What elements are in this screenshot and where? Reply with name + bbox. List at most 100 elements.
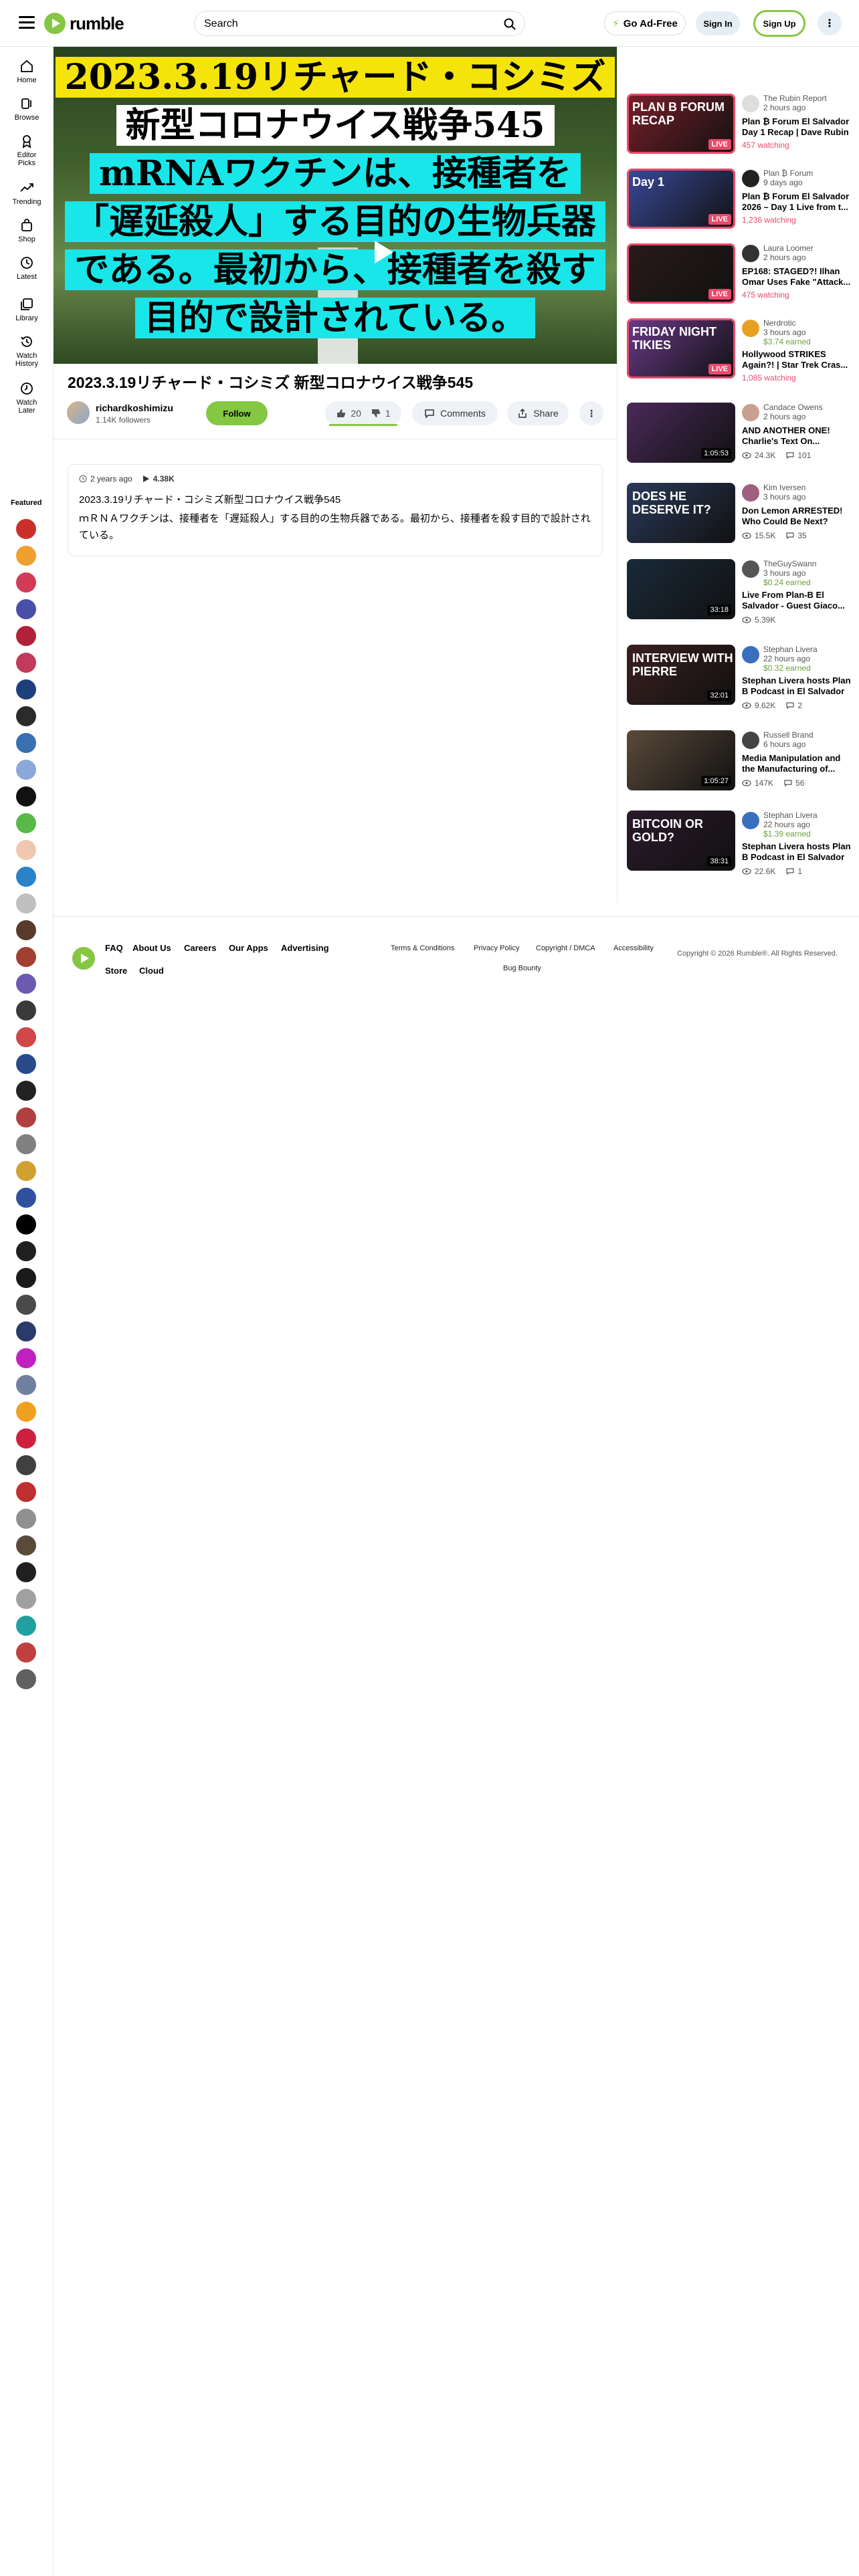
related-video-item[interactable]: BITCOIN OR GOLD? 38:31 Stephan Livera 22 ho… (627, 811, 854, 877)
sidebar-item-library[interactable]: Library (0, 297, 54, 322)
footer-link-store[interactable]: Store (105, 966, 127, 976)
featured-channel-avatar[interactable] (16, 893, 36, 914)
channel-avatar[interactable] (742, 732, 759, 749)
featured-channel-avatar[interactable] (16, 813, 36, 833)
featured-channel-avatar[interactable] (16, 733, 36, 753)
featured-channel-avatar[interactable] (16, 1428, 36, 1448)
related-thumbnail[interactable]: INTERVIEW WITH PIERRE 32:01 (627, 645, 735, 705)
channel-name[interactable]: Laura Loomer (763, 243, 857, 253)
related-title[interactable]: Plan ₿ Forum El Salvador 2026 – Day 1 Li… (742, 191, 854, 213)
related-video-item[interactable]: FRIDAY NIGHT TIKIES LIVE Nerdrotic 3 hours … (627, 318, 854, 385)
related-video-item[interactable]: 1:05:27 Russell Brand 6 hours ago Media Man… (627, 730, 854, 797)
dislike-button[interactable]: 1 (371, 408, 391, 419)
channel-name[interactable]: TheGuySwann (763, 559, 857, 568)
channel-avatar[interactable] (742, 245, 759, 262)
channel-avatar[interactable] (742, 170, 759, 187)
rumble-logo[interactable]: rumble (44, 12, 124, 35)
sign-up-button[interactable]: Sign Up (753, 10, 805, 37)
featured-channel-avatar[interactable] (16, 626, 36, 646)
related-video-item[interactable]: 33:18 TheGuySwann 3 hours ago $0.24 earned L… (627, 559, 854, 626)
featured-channel-avatar[interactable] (16, 599, 36, 619)
channel-avatar[interactable] (742, 560, 759, 578)
channel-name[interactable]: Stephan Livera (763, 645, 857, 654)
sidebar-item-browse[interactable]: Browse (0, 96, 54, 122)
related-title[interactable]: Stephan Livera hosts Plan B Podcast in E… (742, 675, 854, 697)
related-thumbnail[interactable]: 1:05:53 (627, 403, 735, 463)
featured-channel-avatar[interactable] (16, 1214, 36, 1235)
featured-channel-avatar[interactable] (16, 1000, 36, 1021)
featured-channel-avatar[interactable] (16, 1589, 36, 1609)
menu-icon[interactable] (19, 16, 35, 29)
sign-in-button[interactable]: Sign In (696, 11, 740, 35)
go-adfree-button[interactable]: ⚡ Go Ad-Free (604, 11, 686, 35)
share-button[interactable]: Share (507, 401, 569, 425)
related-thumbnail[interactable]: LIVE (627, 243, 735, 304)
footer-link-careers[interactable]: Careers (184, 943, 216, 953)
featured-channel-avatar[interactable] (16, 920, 36, 940)
channel-name[interactable]: Stephan Livera (763, 811, 857, 820)
channel-avatar[interactable] (742, 484, 759, 502)
related-title[interactable]: Live From Plan-B El Salvador - Guest Gia… (742, 590, 854, 611)
channel-avatar[interactable] (742, 646, 759, 663)
featured-channel-avatar[interactable] (16, 1509, 36, 1529)
featured-channel-avatar[interactable] (16, 706, 36, 726)
featured-channel-avatar[interactable] (16, 786, 36, 807)
related-title[interactable]: Don Lemon ARRESTED! Who Could Be Next? (742, 506, 854, 527)
footer-link-copyright[interactable]: Copyright / DMCA (536, 944, 595, 952)
channel-name[interactable]: Kim Iversen (763, 483, 857, 492)
featured-channel-avatar[interactable] (16, 1295, 36, 1315)
search-icon[interactable] (503, 17, 516, 31)
featured-channel-avatar[interactable] (16, 1027, 36, 1047)
footer-link-about[interactable]: About Us (132, 943, 171, 953)
featured-channel-avatar[interactable] (16, 1268, 36, 1288)
channel-avatar[interactable] (742, 404, 759, 421)
footer-link-apps[interactable]: Our Apps (229, 943, 268, 953)
related-title[interactable]: Plan ₿ Forum El Salvador Day 1 Recap | D… (742, 116, 854, 138)
footer-link-bug-bounty[interactable]: Bug Bounty (503, 964, 541, 972)
play-icon[interactable] (375, 241, 393, 263)
search-input[interactable]: Search (194, 11, 525, 36)
featured-channel-avatar[interactable] (16, 519, 36, 539)
related-thumbnail[interactable]: 1:05:27 (627, 730, 735, 790)
featured-channel-avatar[interactable] (16, 760, 36, 780)
related-title[interactable]: AND ANOTHER ONE! Charlie's Text On... (742, 425, 854, 447)
sidebar-item-shop[interactable]: Shop (0, 218, 54, 243)
channel-name[interactable]: Nerdrotic (763, 318, 857, 328)
featured-channel-avatar[interactable] (16, 1642, 36, 1662)
featured-channel-avatar[interactable] (16, 1535, 36, 1555)
featured-channel-avatar[interactable] (16, 546, 36, 566)
follow-button[interactable]: Follow (206, 401, 268, 425)
like-button[interactable]: 20 (336, 408, 361, 419)
featured-channel-avatar[interactable] (16, 1616, 36, 1636)
featured-channel-avatar[interactable] (16, 1161, 36, 1181)
related-thumbnail[interactable]: FRIDAY NIGHT TIKIES LIVE (627, 318, 735, 379)
featured-channel-avatar[interactable] (16, 1321, 36, 1341)
related-video-item[interactable]: 1:05:53 Candace Owens 2 hours ago AND ANOTH… (627, 403, 854, 469)
related-title[interactable]: Media Manipulation and the Manufacturing… (742, 753, 854, 774)
footer-link-privacy[interactable]: Privacy Policy (474, 944, 519, 952)
featured-channel-avatar[interactable] (16, 1348, 36, 1368)
sidebar-item-watch-history[interactable]: Watch History (0, 334, 54, 368)
featured-channel-avatar[interactable] (16, 947, 36, 967)
featured-channel-avatar[interactable] (16, 1562, 36, 1582)
channel-name[interactable]: Candace Owens (763, 403, 857, 412)
channel-name[interactable]: Russell Brand (763, 730, 857, 740)
comments-button[interactable]: Comments (412, 401, 498, 425)
featured-channel-avatar[interactable] (16, 1054, 36, 1074)
footer-link-advertising[interactable]: Advertising (281, 943, 329, 953)
channel-avatar[interactable] (742, 320, 759, 337)
channel-name[interactable]: Plan ₿ Forum (763, 169, 857, 178)
related-title[interactable]: Hollywood STRIKES Again?! | Star Trek Cr… (742, 349, 854, 370)
channel-avatar[interactable] (67, 401, 90, 424)
featured-channel-avatar[interactable] (16, 1107, 36, 1128)
footer-rumble-logo-icon[interactable] (72, 947, 95, 970)
featured-channel-avatar[interactable] (16, 1241, 36, 1261)
related-title[interactable]: EP168: STAGED?! Ilhan Omar Uses Fake "At… (742, 266, 854, 288)
related-video-item[interactable]: Day 1 LIVE Plan ₿ Forum 9 days ago Plan ₿ Fo… (627, 169, 854, 235)
featured-channel-avatar[interactable] (16, 679, 36, 700)
featured-channel-avatar[interactable] (16, 1375, 36, 1395)
sidebar-item-editor-picks[interactable]: Editor Picks (0, 134, 54, 167)
channel-name[interactable]: The Rubin Report (763, 94, 857, 103)
related-thumbnail[interactable]: PLAN B FORUM RECAP LIVE (627, 94, 735, 154)
featured-channel-avatar[interactable] (16, 1188, 36, 1208)
